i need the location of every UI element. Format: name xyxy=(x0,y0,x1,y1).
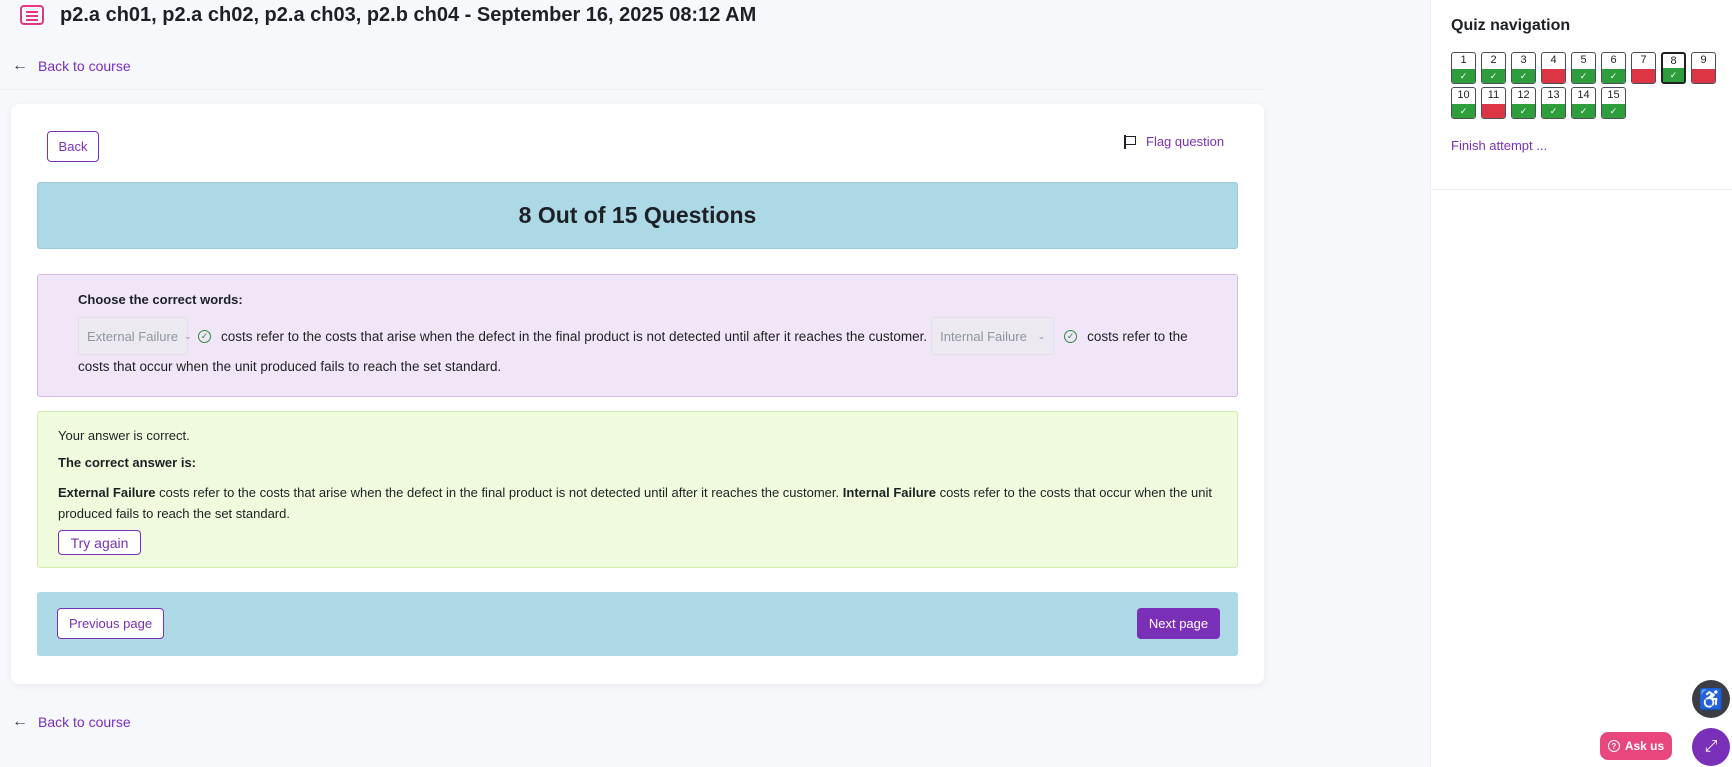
incorrect-marker xyxy=(1542,69,1565,83)
feedback-status: Your answer is correct. xyxy=(58,428,190,443)
progress-banner: 8 Out of 15 Questions xyxy=(37,182,1238,249)
quiz-nav-button[interactable]: 4 xyxy=(1541,52,1566,84)
chevron-down-icon: ⌄ xyxy=(1037,330,1046,341)
quiz-nav-button[interactable]: 14 ✓ xyxy=(1571,87,1596,119)
expand-icon: ⤢ xyxy=(1704,738,1718,755)
ask-us-label: Ask us xyxy=(1624,739,1665,753)
accessibility-button[interactable]: ♿ xyxy=(1692,680,1730,718)
question-box: Choose the correct words: External Failu… xyxy=(37,274,1238,397)
quiz-nav-number: 7 xyxy=(1640,54,1647,66)
finish-attempt-link[interactable]: Finish attempt ... xyxy=(1451,138,1547,153)
quiz-nav-button[interactable]: 6 ✓ xyxy=(1601,52,1626,84)
quiz-nav-number: 10 xyxy=(1457,89,1470,101)
quiz-nav-number: 1 xyxy=(1460,54,1467,66)
next-page-button[interactable]: Next page xyxy=(1137,608,1220,639)
question-text-1: costs refer to the costs that arise when… xyxy=(221,328,928,344)
quiz-nav-button[interactable]: 1 ✓ xyxy=(1451,52,1476,84)
check-icon: ✓ xyxy=(1482,69,1505,83)
progress-title: 8 Out of 15 Questions xyxy=(518,202,757,228)
quiz-nav-button[interactable]: 13 ✓ xyxy=(1541,87,1566,119)
incorrect-marker xyxy=(1632,69,1655,83)
check-icon: ✓ xyxy=(1512,104,1535,118)
check-icon: ✓ xyxy=(1452,104,1475,118)
back-to-course-label: Back to course xyxy=(38,714,131,730)
back-to-course-link[interactable]: ← Back to course xyxy=(12,57,131,75)
quiz-nav-number: 11 xyxy=(1487,89,1500,101)
correct-answer-text: External Failure costs refer to the cost… xyxy=(58,482,1223,524)
answer-dropdown-2[interactable]: Internal Failure ⌄ xyxy=(931,317,1055,355)
question-line-1: External Failure ⌄ ✓ costs refer to the … xyxy=(78,317,1188,355)
quiz-nav-number: 14 xyxy=(1577,89,1590,101)
quiz-nav-number: 8 xyxy=(1670,55,1677,67)
quiz-nav-button[interactable]: 10 ✓ xyxy=(1451,87,1476,119)
question-prompt: Choose the correct words: xyxy=(78,292,243,307)
answer-text-1: costs refer to the costs that arise when… xyxy=(155,485,843,500)
back-to-course-label: Back to course xyxy=(38,58,131,74)
divider xyxy=(0,89,1265,90)
dropdown-2-value: Internal Failure xyxy=(940,328,1027,344)
question-text-2: costs refer to the xyxy=(1087,328,1188,344)
quiz-nav-number: 9 xyxy=(1700,54,1707,66)
check-circle-icon: ✓ xyxy=(198,329,211,343)
answer-term-1: External Failure xyxy=(58,485,156,500)
flag-icon xyxy=(1124,134,1136,149)
check-icon: ✓ xyxy=(1512,69,1535,83)
quiz-nav-button[interactable]: 7 xyxy=(1631,52,1656,84)
quiz-icon xyxy=(20,5,44,25)
question-text-3: costs that occur when the unit produced … xyxy=(78,359,502,374)
answer-term-2: Internal Failure xyxy=(842,485,936,500)
quiz-navigation-drawer: Quiz navigation 1 ✓ 2 ✓ 3 ✓ 4 5 ✓ 6 ✓ 7 8 ✓ 9 10 ✓ 11 12 ✓ 1… xyxy=(1430,0,1732,767)
back-to-course-link-bottom[interactable]: ← Back to course xyxy=(12,713,131,731)
chevron-down-icon: ⌄ xyxy=(184,330,192,341)
check-icon: ✓ xyxy=(1602,69,1625,83)
correct-answer-heading: The correct answer is: xyxy=(58,455,196,470)
incorrect-marker xyxy=(1692,69,1715,83)
check-icon: ✓ xyxy=(1452,69,1475,83)
quiz-nav-number: 5 xyxy=(1580,54,1587,66)
quiz-nav-button[interactable]: 3 ✓ xyxy=(1511,52,1536,84)
dropdown-1-value: External Failure xyxy=(87,328,179,344)
question-card: Back Flag question 8 Out of 15 Questions… xyxy=(11,104,1264,684)
flag-question-label: Flag question xyxy=(1146,134,1225,149)
flag-question-button[interactable]: Flag question xyxy=(1124,134,1224,149)
quiz-nav-button[interactable]: 12 ✓ xyxy=(1511,87,1536,119)
page-header: p2.a ch01, p2.a ch02, p2.a ch03, p2.b ch… xyxy=(0,0,1430,32)
drawer-divider xyxy=(1431,189,1732,190)
quiz-nav-button[interactable]: 8 ✓ xyxy=(1661,52,1686,84)
quiz-nav-button[interactable]: 9 xyxy=(1691,52,1716,84)
quiz-nav-number: 4 xyxy=(1550,54,1557,66)
check-icon: ✓ xyxy=(1663,68,1684,82)
try-again-button[interactable]: Try again xyxy=(58,530,141,555)
quiz-nav-number: 12 xyxy=(1517,89,1530,101)
feedback-box: Your answer is correct. The correct answ… xyxy=(37,411,1238,568)
quiz-nav-number: 13 xyxy=(1547,89,1560,101)
incorrect-marker xyxy=(1482,104,1505,118)
quiz-nav-button[interactable]: 11 xyxy=(1481,87,1506,119)
quiz-navigation-title: Quiz navigation xyxy=(1451,17,1571,34)
check-icon: ✓ xyxy=(1602,104,1625,118)
expand-button[interactable]: ⤢ xyxy=(1692,728,1730,766)
check-icon: ✓ xyxy=(1542,104,1565,118)
arrow-left-icon: ← xyxy=(12,57,28,74)
pagination-bar: Previous page Next page xyxy=(37,592,1238,656)
quiz-nav-button[interactable]: 2 ✓ xyxy=(1481,52,1506,84)
accessibility-icon: ♿ xyxy=(1698,688,1724,711)
ask-us-button[interactable]: ? Ask us xyxy=(1600,732,1672,760)
check-icon: ✓ xyxy=(1572,104,1595,118)
check-circle-icon: ✓ xyxy=(1064,329,1078,343)
quiz-nav-number: 2 xyxy=(1490,54,1497,66)
quiz-nav-button[interactable]: 15 ✓ xyxy=(1601,87,1626,119)
page-title: p2.a ch01, p2.a ch02, p2.a ch03, p2.b ch… xyxy=(60,4,757,26)
quiz-nav-number: 15 xyxy=(1607,89,1620,101)
check-icon: ✓ xyxy=(1572,69,1595,83)
quiz-nav-number: 3 xyxy=(1520,54,1527,66)
back-button[interactable]: Back xyxy=(47,131,99,162)
answer-dropdown-1[interactable]: External Failure ⌄ xyxy=(78,317,192,355)
help-circle-icon: ? xyxy=(1607,740,1620,752)
previous-page-button[interactable]: Previous page xyxy=(57,608,164,639)
quiz-nav-button[interactable]: 5 ✓ xyxy=(1571,52,1596,84)
arrow-left-icon: ← xyxy=(12,713,28,730)
quiz-nav-number: 6 xyxy=(1610,54,1617,66)
